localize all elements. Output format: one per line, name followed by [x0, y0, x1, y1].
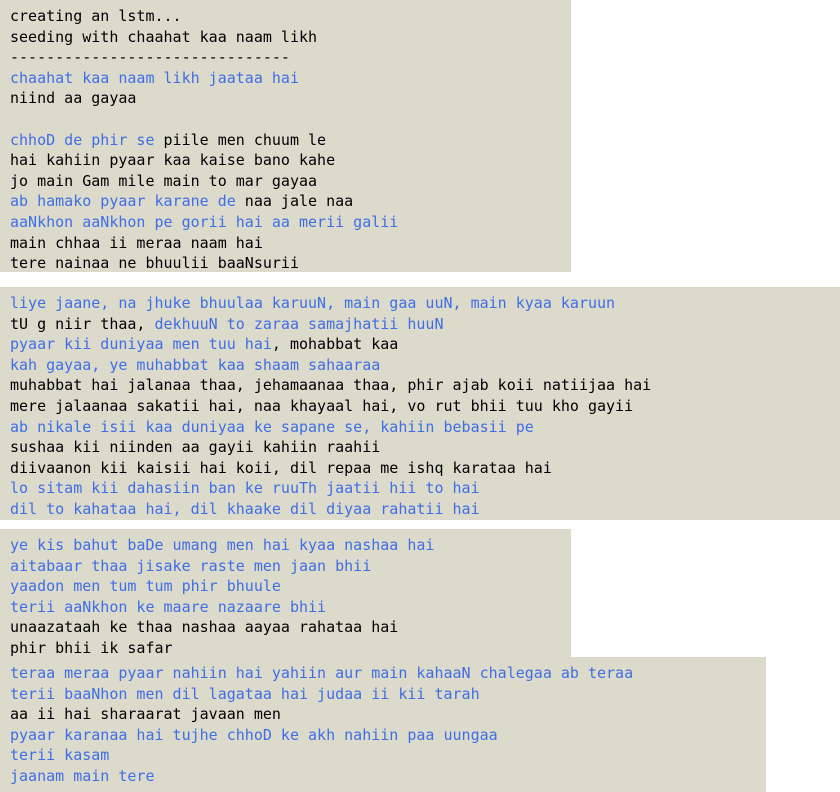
text-line: mere jalaanaa sakatii hai, naa khayaal h…	[10, 396, 840, 417]
text-line: kah gayaa, ye muhabbat kaa shaam sahaara…	[10, 355, 840, 376]
plain-text: naa jale naa	[235, 192, 354, 211]
plain-text: mere jalaanaa sakatii hai, naa khayaal h…	[10, 396, 634, 415]
text-line: aaNkhon aaNkhon pe gorii hai aa merii ga…	[10, 212, 571, 233]
highlighted-text: chaahat kaa naam likh jaataa hai	[10, 68, 299, 87]
plain-text: niind aa gayaa	[10, 89, 137, 108]
highlighted-text: kah gayaa, ye muhabbat kaa shaam sahaara…	[10, 355, 381, 374]
text-line: pyaar kii duniyaa men tuu hai, mohabbat …	[10, 334, 840, 355]
highlighted-text: ab hamako pyaar karane de	[10, 192, 236, 211]
plain-text: , mohabbat kaa	[271, 335, 399, 354]
text-line: dil to kahataa hai, dil khaake dil diyaa…	[10, 499, 840, 520]
highlighted-text: dil to kahataa hai, dil khaake dil diyaa…	[10, 499, 480, 518]
text-line: terii kasam	[10, 745, 766, 766]
text-line: muhabbat hai jalanaa thaa, jehamaanaa th…	[10, 375, 840, 396]
highlighted-text: terii kasam	[10, 746, 110, 765]
plain-text: diivaanon kii kaisii hai koii, dil repaa…	[10, 458, 552, 477]
highlighted-text: yaadon men tum tum phir bhuule	[10, 577, 281, 596]
plain-text: -------------------------------	[10, 48, 290, 67]
plain-text: phir bhii ik safar	[10, 638, 173, 657]
plain-text: piile men chuum le	[154, 130, 327, 149]
highlighted-text: dekhuuN to zaraa samajhatii huuN	[154, 314, 444, 333]
text-line: jaanam main tere	[10, 766, 766, 787]
text-line: chhoD de phir se piile men chuum le	[10, 130, 571, 151]
highlighted-text: pyaar karanaa hai tujhe chhoD ke akh nah…	[10, 725, 498, 744]
text-line: teraa meraa pyaar nahiin hai yahiin aur …	[10, 663, 766, 684]
text-line: sushaa kii niinden aa gayii kahiin raahi…	[10, 437, 840, 458]
plain-text: tU g niir thaa,	[10, 314, 155, 333]
text-line: aitabaar thaa jisake raste men jaan bhii	[10, 556, 571, 577]
highlighted-text: terii baaNhon men dil lagataa hai judaa …	[10, 684, 480, 703]
text-line: main chhaa ii meraa naam hai	[10, 233, 571, 254]
plain-text: main chhaa ii meraa naam hai	[10, 233, 263, 252]
plain-text: sushaa kii niinden aa gayii kahiin raahi…	[10, 438, 381, 457]
highlighted-text: chhoD de phir se	[10, 130, 155, 149]
highlighted-text: lo sitam kii dahasiin ban ke ruuTh jaati…	[10, 479, 480, 498]
text-line: terii baaNhon men dil lagataa hai judaa …	[10, 684, 766, 705]
plain-text: jo main Gam mile main to mar gayaa	[10, 171, 318, 190]
plain-text: muhabbat hai jalanaa thaa, jehamaanaa th…	[10, 376, 652, 395]
output-panel-4: teraa meraa pyaar nahiin hai yahiin aur …	[0, 657, 766, 792]
output-panel-3: ye kis bahut baDe umang men hai kyaa nas…	[0, 529, 571, 660]
text-line: -------------------------------	[10, 47, 571, 68]
highlighted-text: aitabaar thaa jisake raste men jaan bhii	[10, 556, 372, 575]
highlighted-text: aaNkhon aaNkhon pe gorii hai aa merii ga…	[10, 212, 399, 231]
text-line: seeding with chaahat kaa naam likh	[10, 27, 571, 48]
highlighted-text: liye jaane, na jhuke bhuulaa karuuN, mai…	[10, 294, 616, 312]
text-line: unaazataah ke thaa nashaa aayaa rahataa …	[10, 617, 571, 638]
text-line: niind aa gayaa	[10, 88, 571, 109]
highlighted-text: terii aaNkhon ke maare nazaare bhii	[10, 597, 327, 616]
text-line: diivaanon kii kaisii hai koii, dil repaa…	[10, 458, 840, 479]
text-line: chaahat kaa naam likh jaataa hai	[10, 68, 571, 89]
plain-text: tere nainaa ne bhuulii baaNsurii	[10, 254, 299, 272]
plain-text: unaazataah ke thaa nashaa aayaa rahataa …	[10, 618, 399, 637]
text-line: creating an lstm...	[10, 6, 571, 27]
text-line: terii aaNkhon ke maare nazaare bhii	[10, 597, 571, 618]
plain-text: creating an lstm...	[10, 7, 182, 25]
plain-text: aa ii hai sharaarat javaan men	[10, 705, 281, 724]
plain-text: hai kahiin pyaar kaa kaise bano kahe	[10, 151, 336, 170]
highlighted-text: jaanam main tere	[10, 766, 155, 785]
highlighted-text: ab nikale isii kaa duniyaa ke sapane se,…	[10, 417, 534, 436]
highlighted-text: pyaar kii duniyaa men tuu hai	[10, 335, 272, 354]
text-line: liye jaane, na jhuke bhuulaa karuuN, mai…	[10, 293, 840, 314]
highlighted-text: teraa meraa pyaar nahiin hai yahiin aur …	[10, 664, 634, 682]
plain-text: seeding with chaahat kaa naam likh	[10, 27, 318, 46]
text-line: tU g niir thaa, dekhuuN to zaraa samajha…	[10, 314, 840, 335]
text-line: ab nikale isii kaa duniyaa ke sapane se,…	[10, 417, 840, 438]
highlighted-text: ye kis bahut baDe umang men hai kyaa nas…	[10, 536, 435, 554]
text-line: yaadon men tum tum phir bhuule	[10, 576, 571, 597]
text-line: lo sitam kii dahasiin ban ke ruuTh jaati…	[10, 478, 840, 499]
text-line: aa ii hai sharaarat javaan men	[10, 704, 766, 725]
output-panel-1: creating an lstm... seeding with chaahat …	[0, 0, 571, 272]
text-line: hai kahiin pyaar kaa kaise bano kahe	[10, 150, 571, 171]
text-line	[10, 109, 571, 130]
text-line: phir bhii ik safar	[10, 638, 571, 659]
text-line: ye kis bahut baDe umang men hai kyaa nas…	[10, 535, 571, 556]
text-line: ab hamako pyaar karane de naa jale naa	[10, 191, 571, 212]
text-line: pyaar karanaa hai tujhe chhoD ke akh nah…	[10, 725, 766, 746]
text-line: tere nainaa ne bhuulii baaNsurii	[10, 253, 571, 272]
text-line: jo main Gam mile main to mar gayaa	[10, 171, 571, 192]
output-panel-2: liye jaane, na jhuke bhuulaa karuuN, mai…	[0, 287, 840, 520]
